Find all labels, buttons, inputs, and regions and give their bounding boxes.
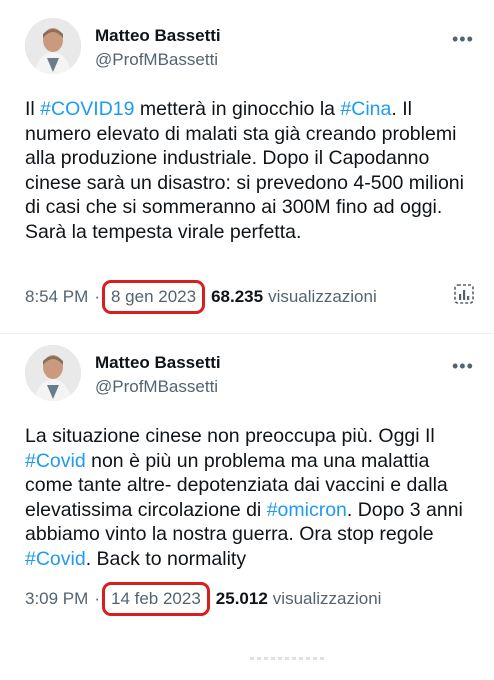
avatar[interactable] xyxy=(25,18,81,74)
views-count: 25.012 xyxy=(215,589,268,608)
meta-separator: · xyxy=(94,589,100,608)
author-name[interactable]: Matteo Bassetti xyxy=(95,353,221,373)
tweet-date[interactable]: 8 gen 2023 xyxy=(101,280,206,314)
tweet-meta: 8:54 PM · 8 gen 2023 68.235 visualizzazi… xyxy=(25,280,377,314)
tweet-text: La situazione cinese non preoccupa più. … xyxy=(25,424,475,571)
avatar-photo xyxy=(25,345,81,401)
avatar-photo xyxy=(25,18,81,74)
tweet-text-segment: metterà in ginocchio la xyxy=(134,98,341,120)
analytics-icon[interactable] xyxy=(453,283,475,305)
faint-divider xyxy=(250,657,325,660)
avatar[interactable] xyxy=(25,345,81,401)
hashtag-link[interactable]: #COVID19 xyxy=(40,98,134,120)
views-label: visualizzazioni xyxy=(268,287,377,306)
author-name[interactable]: Matteo Bassetti xyxy=(95,26,221,46)
tweet-meta: 3:09 PM · 14 feb 2023 25.012 visualizzaz… xyxy=(25,582,381,616)
tweet-text-segment: Il xyxy=(25,98,41,120)
tweet-text: Il #COVID19 metterà in ginocchio la #Cin… xyxy=(25,97,475,244)
hashtag-link[interactable]: #Cina xyxy=(340,98,391,120)
views-label: visualizzazioni xyxy=(272,589,382,608)
meta-separator: · xyxy=(94,287,100,306)
hashtag-link[interactable]: #omicron xyxy=(267,499,347,521)
more-icon[interactable]: ••• xyxy=(452,30,474,48)
tweet-text-segment: La situazione cinese non preoccupa più. … xyxy=(25,425,435,447)
tweet-divider xyxy=(0,333,494,334)
author-handle[interactable]: @ProfMBassetti xyxy=(95,50,218,70)
hashtag-link[interactable]: #Covid xyxy=(25,450,86,472)
tweet-text-segment: . Back to normality xyxy=(85,547,247,570)
more-icon[interactable]: ••• xyxy=(452,357,474,375)
tweet-date[interactable]: 14 feb 2023 xyxy=(101,582,210,616)
tweet-time[interactable]: 8:54 PM xyxy=(25,287,88,307)
views-count: 68.235 xyxy=(211,287,264,306)
hashtag-link[interactable]: #Covid xyxy=(25,548,86,570)
author-handle[interactable]: @ProfMBassetti xyxy=(95,377,218,397)
tweet-time[interactable]: 3:09 PM xyxy=(25,589,88,609)
